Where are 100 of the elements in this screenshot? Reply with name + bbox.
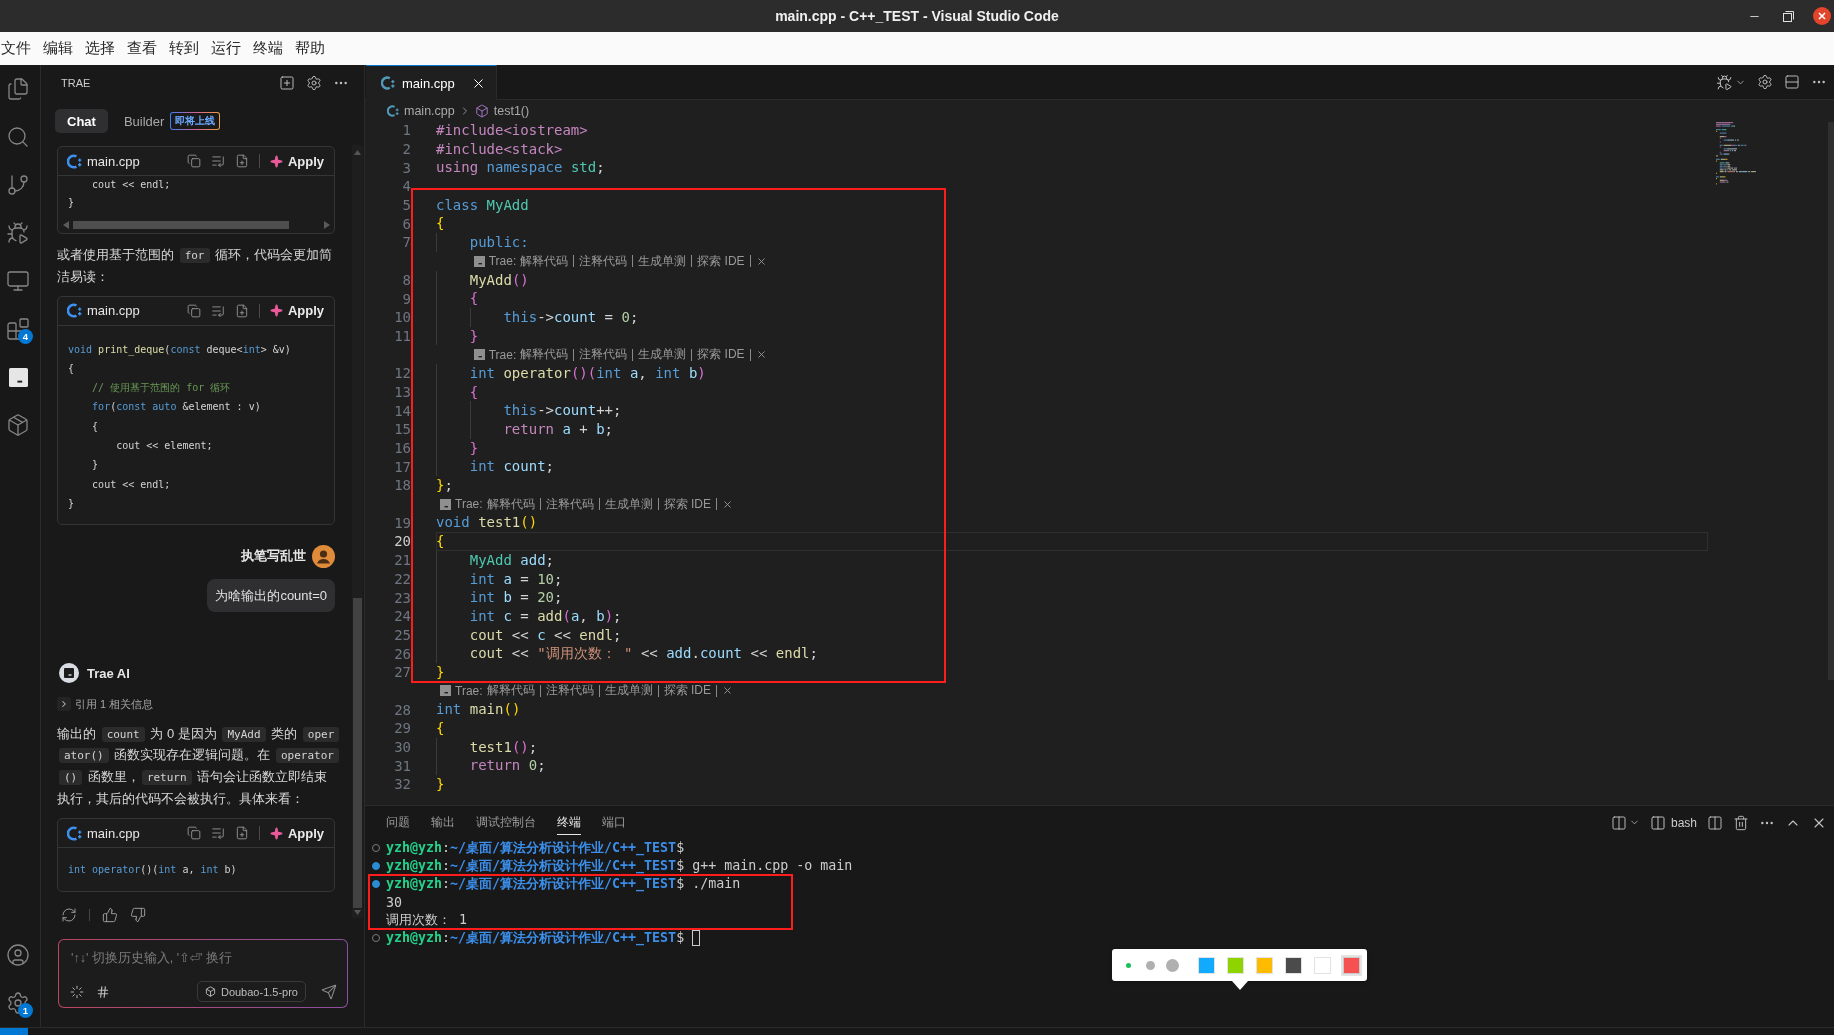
menu-item[interactable]: 终端 xyxy=(252,39,294,58)
refresh-icon[interactable] xyxy=(61,906,77,923)
code-line: public: xyxy=(469,233,529,252)
breadcrumb-item[interactable]: main.cpp xyxy=(387,103,455,118)
restore-icon[interactable] xyxy=(1782,10,1794,22)
codelens-link[interactable]: 注释代码 xyxy=(545,682,594,700)
close-icon[interactable] xyxy=(1813,7,1831,25)
size-dot-icon[interactable] xyxy=(1145,960,1155,970)
monitor-icon[interactable] xyxy=(6,269,30,293)
color-swatch-icon[interactable] xyxy=(1284,956,1302,974)
menu-item[interactable]: 查看 xyxy=(126,39,168,58)
scrollbar-thumb[interactable] xyxy=(353,598,362,908)
new-chat-icon[interactable] xyxy=(279,74,295,91)
line-number: 3 xyxy=(401,159,411,176)
apply-button[interactable]: Apply xyxy=(269,303,324,318)
avatar-icon xyxy=(312,544,335,568)
codelens-link[interactable]: 生成单测 xyxy=(638,252,687,270)
package-icon[interactable] xyxy=(6,413,30,437)
split-layout-icon[interactable] xyxy=(1784,74,1800,90)
mode-tab[interactable]: Chat xyxy=(55,109,108,133)
editor-tab[interactable]: main.cpp xyxy=(366,65,497,100)
codelens-link[interactable]: 探索 IDE xyxy=(697,346,745,364)
code-line: this->count++; xyxy=(503,401,622,420)
panel-tab[interactable]: 调试控制台 xyxy=(476,810,536,835)
apply-button[interactable]: Apply xyxy=(269,826,324,841)
account-icon[interactable] xyxy=(6,943,30,967)
mode-tab[interactable]: Builder 即将上线 xyxy=(123,109,221,133)
insert-icon[interactable] xyxy=(210,826,225,841)
line-number: 27 xyxy=(393,664,411,681)
color-swatch-icon[interactable] xyxy=(1226,956,1244,974)
breadcrumb-item[interactable]: test1() xyxy=(474,103,530,118)
codelens-link[interactable]: 解释代码 xyxy=(486,495,535,513)
codelens-link[interactable]: 探索 IDE xyxy=(663,495,711,513)
reference-toggle[interactable]: 引用 1 相关信息 xyxy=(57,696,154,713)
codelens-link[interactable]: 解释代码 xyxy=(520,252,569,270)
new-file-icon[interactable] xyxy=(234,303,249,318)
codelens-link[interactable]: 解释代码 xyxy=(520,346,569,364)
codelens-link[interactable]: 生成单测 xyxy=(604,682,653,700)
panel-tab[interactable]: 问题 xyxy=(386,810,410,835)
panel-tab[interactable]: 端口 xyxy=(602,810,626,835)
trae-icon[interactable] xyxy=(8,367,28,387)
codelens-link[interactable]: 探索 IDE xyxy=(697,252,745,270)
menu-item[interactable]: 编辑 xyxy=(42,39,84,58)
line-number: 22 xyxy=(393,570,411,587)
size-dot-icon[interactable] xyxy=(1165,958,1179,972)
code-line: MyAdd() xyxy=(469,270,529,290)
hash-icon[interactable] xyxy=(96,984,110,999)
codelens-link[interactable]: 注释代码 xyxy=(579,346,628,364)
menu-item[interactable]: 文件 xyxy=(0,39,42,58)
codelens-link[interactable]: 注释代码 xyxy=(579,252,628,270)
run-debug-icon[interactable] xyxy=(1716,73,1733,91)
settings-icon[interactable] xyxy=(6,991,30,1015)
settings-icon[interactable] xyxy=(1757,74,1773,90)
codelens-link[interactable]: 探索 IDE xyxy=(663,682,711,700)
codelens-link[interactable]: 生成单测 xyxy=(638,346,687,364)
insert-icon[interactable] xyxy=(210,303,225,318)
codelens-link[interactable]: 注释代码 xyxy=(545,495,594,513)
terminal-line: yzh@yzh:~/桌面/算法分析设计作业/C++_TEST$ xyxy=(386,929,685,947)
color-swatch-icon[interactable] xyxy=(1313,956,1331,974)
caret-left-icon[interactable] xyxy=(63,220,69,229)
settings-icon[interactable] xyxy=(306,74,322,91)
thumbs-up-icon[interactable] xyxy=(102,906,118,923)
new-file-icon[interactable] xyxy=(234,826,249,841)
burst-icon[interactable] xyxy=(70,984,84,999)
trae-icon xyxy=(440,498,451,510)
code-line: { xyxy=(469,289,479,308)
caret-right-icon[interactable] xyxy=(324,220,330,229)
search-icon[interactable] xyxy=(6,125,30,149)
codelens-link[interactable]: 生成单测 xyxy=(604,495,653,513)
trash-icon[interactable] xyxy=(1733,814,1749,831)
menu-item[interactable]: 运行 xyxy=(210,39,252,58)
thumbs-down-icon[interactable] xyxy=(130,906,146,923)
message-input[interactable]: '↑↓' 切换历史输入, '⇧⏎' 换行 xyxy=(59,940,347,976)
panel-tab[interactable]: 终端 xyxy=(557,810,581,835)
menu-item[interactable]: 转到 xyxy=(168,39,210,58)
split-square-icon[interactable] xyxy=(1610,814,1627,831)
panel-tab[interactable]: 输出 xyxy=(431,810,455,835)
run-debug-icon[interactable] xyxy=(6,221,30,245)
terminal-selector[interactable]: bash xyxy=(1649,814,1697,831)
model-selector[interactable]: Doubao-1.5-pro xyxy=(196,981,306,1002)
copy-icon[interactable] xyxy=(186,303,201,318)
split-square-icon[interactable] xyxy=(1707,814,1723,831)
new-file-icon[interactable] xyxy=(234,154,249,168)
insert-icon[interactable] xyxy=(210,154,225,168)
menu-item[interactable]: 选择 xyxy=(84,39,126,58)
line-number: 29 xyxy=(393,720,411,737)
size-dot-icon[interactable] xyxy=(1125,962,1131,968)
send-icon[interactable] xyxy=(321,983,337,1000)
codelens-link[interactable]: 解释代码 xyxy=(486,682,535,700)
apply-button[interactable]: Apply xyxy=(269,153,324,169)
menu-item[interactable]: 帮助 xyxy=(294,39,336,58)
explorer-icon[interactable] xyxy=(6,77,30,101)
copy-icon[interactable] xyxy=(186,826,201,841)
color-swatch-icon[interactable] xyxy=(1255,956,1273,974)
extensions-icon[interactable] xyxy=(6,317,30,341)
color-swatch-icon[interactable] xyxy=(1342,956,1360,974)
copy-icon[interactable] xyxy=(186,154,201,168)
color-swatch-icon[interactable] xyxy=(1197,956,1215,974)
source-control-icon[interactable] xyxy=(6,173,30,197)
scrollbar-thumb[interactable] xyxy=(73,220,289,229)
